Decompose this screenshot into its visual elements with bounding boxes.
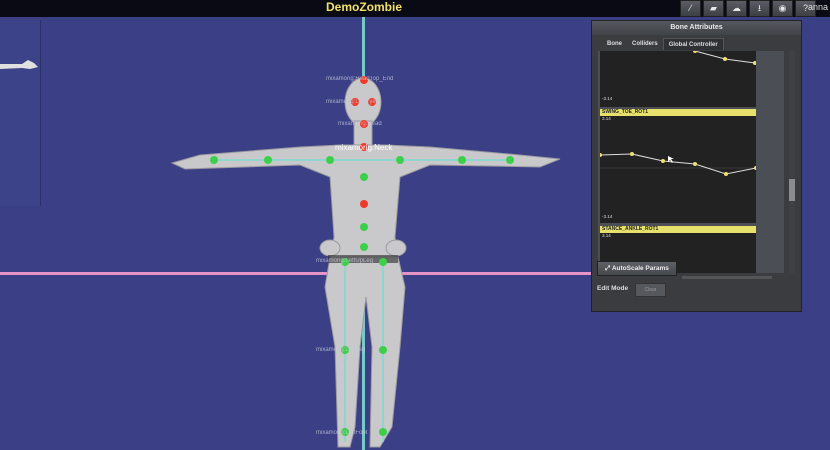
graph-1[interactable]: -3.14	[600, 51, 757, 107]
panel-tabs: Bone Colliders Global Controller	[592, 38, 801, 50]
graph-3-name: STANCE_ANKLE_ROT1	[600, 226, 756, 233]
graph-1-min: -3.14	[602, 96, 613, 101]
joint-label-head: mixamorig:Head	[338, 121, 382, 127]
graph-1-curve	[693, 51, 757, 65]
graphs-scroll-area[interactable]: -3.14 SWING_TOE_ROT1 3.14 -3.14 STANCE_A…	[598, 51, 784, 273]
graph-swing-toe-rot1[interactable]: SWING_TOE_ROT1 3.14 -3.14	[600, 109, 756, 223]
bone-attributes-panel: Bone Attributes Bone Colliders Global Co…	[591, 20, 802, 312]
graphs-scrollbar[interactable]	[789, 51, 795, 273]
panel-title: Bone Attributes	[592, 21, 801, 35]
cloud-upload-icon[interactable]: ☁	[726, 0, 747, 17]
graph-2-curve	[600, 152, 756, 176]
graph-2-min: -3.14	[602, 214, 613, 219]
joint-label-headtop: mixamorig:HeadTop_End	[326, 76, 394, 82]
joint-label-eye: mixamorig:LeftEye	[326, 99, 376, 105]
joint-label-upleg: mixamorig:LeftUpLeg	[316, 258, 374, 264]
autoscale-slider[interactable]	[682, 276, 772, 279]
wand-icon[interactable]: ⁄	[680, 0, 701, 17]
tab-colliders[interactable]: Colliders	[627, 38, 663, 50]
joint-label-leg: mixamorig:LeftLeg	[316, 347, 366, 353]
edit-mode-label: Edit Mode	[597, 285, 629, 292]
app-title: DemoZombie	[325, 0, 402, 14]
joint-label-foot: mixamorig:LeftFoot	[316, 430, 368, 436]
edit-mode-button[interactable]: Clear	[635, 283, 666, 297]
tab-bone[interactable]: Bone	[602, 38, 627, 50]
download-icon[interactable]: ⭳	[749, 0, 770, 17]
expand-icon: ⤢	[605, 265, 612, 272]
scrollbar-thumb[interactable]	[789, 179, 795, 201]
tab-global-controller[interactable]: Global Controller	[662, 38, 724, 50]
top-bar: DemoZombie ⁄ ▰ ☁ ⭳ ◉ ? anna	[0, 0, 830, 17]
globe-icon[interactable]: ◉	[772, 0, 793, 17]
character-model[interactable]	[0, 17, 592, 450]
graph-3-max: 3.14	[602, 233, 611, 238]
autoscale-params-button[interactable]: ⤢ AutoScale Params	[597, 261, 677, 276]
graph-2-name: SWING_TOE_ROT1	[600, 109, 756, 116]
user-name[interactable]: anna	[808, 2, 828, 12]
autoscale-label: AutoScale Params	[611, 265, 669, 272]
neck-label: mixamorig:Neck	[335, 143, 393, 152]
folder-icon[interactable]: ▰	[703, 0, 724, 17]
